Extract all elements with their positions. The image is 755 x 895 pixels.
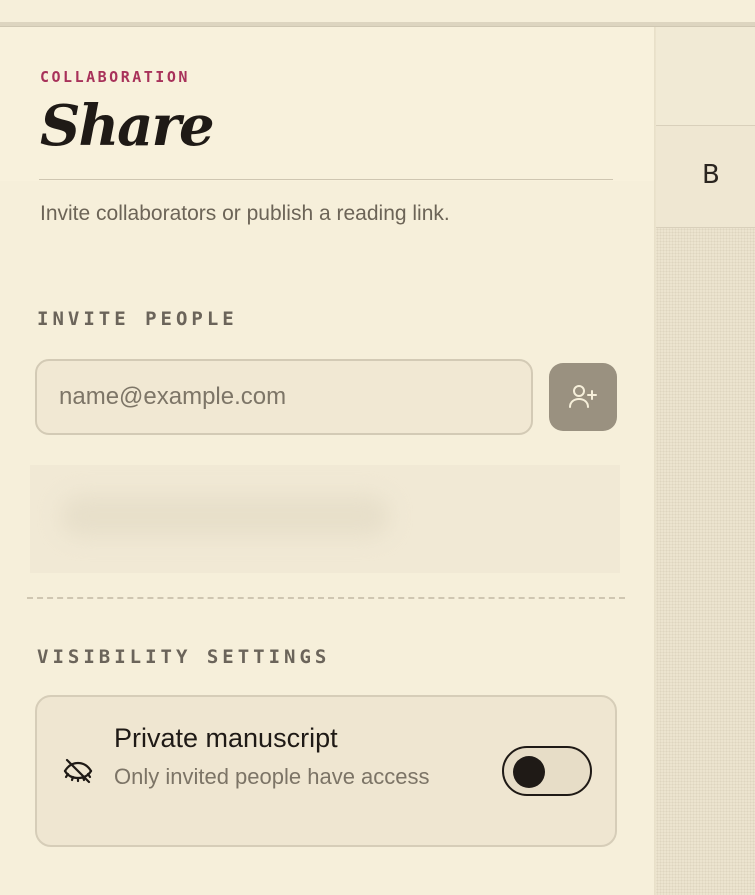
panel-title: Share xyxy=(40,93,215,159)
private-toggle[interactable] xyxy=(502,746,592,796)
invitee-list-placeholder xyxy=(30,465,620,573)
bold-tool[interactable]: B xyxy=(656,126,755,228)
toggle-knob xyxy=(513,756,545,788)
panel-eyebrow: COLLABORATION xyxy=(40,68,190,86)
share-panel: COLLABORATION Share Invite collaborators… xyxy=(0,27,654,895)
editor-side-panel: B xyxy=(656,27,755,895)
email-input[interactable] xyxy=(35,359,533,435)
title-divider xyxy=(39,179,613,180)
bold-tool-label: B xyxy=(702,160,720,190)
side-header xyxy=(656,27,755,126)
user-plus-icon xyxy=(569,385,597,408)
eye-off-icon xyxy=(63,758,93,784)
visibility-section-label: VISIBILITY SETTINGS xyxy=(37,646,331,668)
visibility-title: Private manuscript xyxy=(114,723,338,753)
visibility-description: Only invited people have access xyxy=(114,764,430,789)
section-divider xyxy=(27,597,625,599)
blurred-content xyxy=(60,495,390,537)
add-collaborator-button[interactable] xyxy=(549,363,617,431)
invite-section-label: INVITE PEOPLE xyxy=(37,308,238,330)
panel-subtitle: Invite collaborators or publish a readin… xyxy=(40,202,450,225)
private-manuscript-card: Private manuscript Only invited people h… xyxy=(35,695,617,847)
